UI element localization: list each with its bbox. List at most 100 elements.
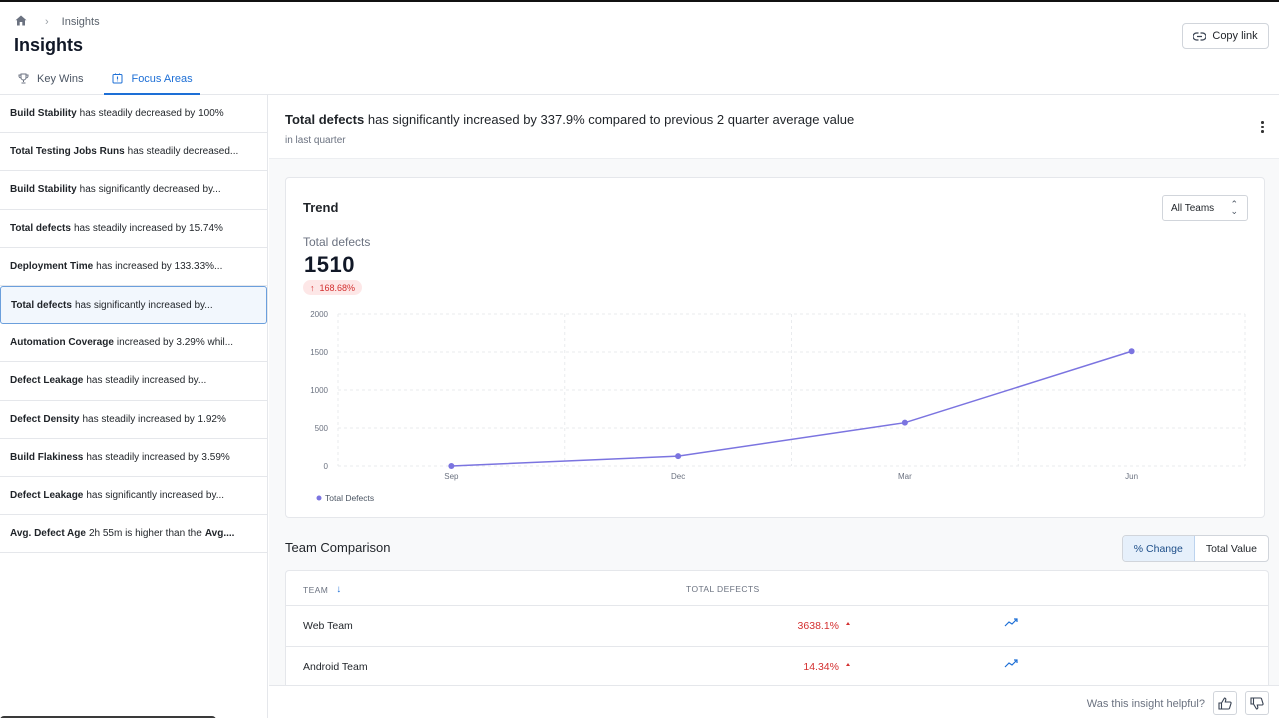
y-tick-label: 1500: [310, 348, 328, 357]
page-title: Insights: [14, 35, 84, 55]
item-text: has steadily increased by 1.92%: [82, 413, 226, 425]
insight-title: Total defects has significantly increase…: [285, 112, 854, 127]
tab-key-wins-label: Key Wins: [37, 72, 84, 85]
insight-detail: Total defects has significantly increase…: [269, 95, 1279, 685]
team-change-value: 3638.1%: [797, 620, 839, 632]
column-header-total-defects: TOTAL DEFECTS: [686, 584, 760, 594]
triangle-up-icon: [846, 622, 850, 625]
item-metric: Total defects: [10, 222, 71, 234]
insight-description: has significantly increased by 337.9% co…: [367, 112, 855, 127]
item-text: increased by 3.29% whil...: [116, 337, 234, 349]
item-text: has steadily increased by 3.59%: [86, 451, 230, 463]
item-metric: Build Flakiness: [10, 451, 84, 463]
breadcrumb: › Insights: [15, 15, 100, 29]
more-options-icon[interactable]: [1261, 121, 1265, 135]
item-metric: Defect Density: [10, 413, 80, 425]
table-row[interactable]: Web Team 3638.1%: [286, 606, 1268, 647]
team-select[interactable]: All Teams ⌃ ⌄: [1162, 195, 1248, 221]
team-select-value: All Teams: [1171, 202, 1215, 214]
insight-list-item[interactable]: Build Flakiness has steadily increased by…: [0, 439, 267, 477]
y-tick-label: 1000: [310, 386, 328, 395]
table-row[interactable]: Android Team 14.34%: [286, 647, 1268, 685]
item-metric: Defect Leakage: [10, 489, 84, 501]
item-metric: Build Stability: [10, 184, 77, 196]
insight-header: Total defects has significantly increase…: [269, 95, 1279, 159]
item-metric: Automation Coverage: [10, 337, 114, 349]
insight-list-item[interactable]: Avg. Defect Age 2h 55m is higher than the…: [0, 515, 267, 554]
tab-focus-areas[interactable]: Focus Areas: [104, 64, 200, 95]
item-text: has steadily decreased...: [127, 146, 239, 158]
tab-key-wins[interactable]: Key Wins: [10, 64, 90, 95]
triangle-up-icon: [846, 663, 850, 666]
item-text: has significantly increased by...: [74, 299, 213, 311]
trend-title: Trend: [303, 200, 339, 215]
item-text: has steadily increased by...: [86, 375, 207, 387]
copy-link-button[interactable]: Copy link: [1182, 23, 1269, 49]
data-point: [448, 463, 455, 469]
legend-marker: [316, 495, 322, 501]
team-comparison-title: Team Comparison: [285, 540, 391, 555]
link-icon: [1193, 31, 1207, 41]
toggle-total-value[interactable]: Total Value: [1195, 536, 1268, 561]
insight-list-item[interactable]: Total Testing Jobs Runs has steadily decr…: [0, 133, 267, 172]
trend-card: Trend All Teams ⌃ ⌄ Total defects 1510 ↑ …: [285, 177, 1265, 518]
insight-list-item[interactable]: Defect Leakage has steadily increased by.…: [0, 362, 267, 401]
thumbs-up-button[interactable]: [1213, 691, 1237, 715]
trophy-icon: [18, 73, 29, 84]
change-badge-value: 168.68%: [319, 282, 356, 293]
insight-list-item[interactable]: Deployment Time has increased by 133.33%.…: [0, 248, 267, 286]
sort-arrow-down-icon[interactable]: ↓: [336, 584, 341, 595]
feedback-bar: Was this insight helpful?: [269, 685, 1279, 718]
thumbs-down-button[interactable]: [1245, 691, 1269, 715]
page-header: › Insights Insights Key Wins Focus Areas…: [0, 2, 1279, 95]
feedback-question: Was this insight helpful?: [1086, 698, 1205, 710]
item-text: has steadily increased by 15.74%: [73, 222, 223, 234]
team-name: Android Team: [303, 661, 368, 673]
insight-list-item[interactable]: Defect Leakage has significantly increase…: [0, 477, 267, 516]
chevron-right-icon: ›: [45, 16, 49, 28]
insight-list-item[interactable]: Total defects has steadily increased by 1…: [0, 210, 267, 248]
tab-focus-areas-label: Focus Areas: [131, 72, 193, 85]
updown-chevron-icon: ⌃ ⌄: [1230, 199, 1238, 216]
breadcrumb-current: Insights: [61, 16, 100, 28]
change-badge: ↑ 168.68%: [303, 280, 363, 295]
item-metric: Build Stability: [10, 108, 77, 120]
home-icon[interactable]: [15, 15, 27, 29]
x-tick-label: Mar: [898, 472, 912, 481]
item-metric: Total Testing Jobs Runs: [10, 146, 125, 158]
item-metric: Total defects: [11, 299, 72, 311]
trend-sparkline-icon[interactable]: [1004, 659, 1018, 669]
column-header-team[interactable]: TEAM ↓: [303, 584, 342, 595]
item-text: has significantly decreased by...: [79, 184, 221, 196]
toggle-percent-change[interactable]: % Change: [1122, 536, 1195, 561]
trend-line-chart: 0 500 1000 1500 2000 Sep Dec Mar Jun Total Defect…: [310, 310, 1246, 503]
item-text: has increased by 133.33%...: [96, 260, 223, 272]
comparison-toggle: % Change Total Value: [1121, 535, 1269, 562]
legend-label: Total Defects: [325, 493, 374, 503]
insight-list-item[interactable]: Build Stability has steadily decreased by…: [0, 95, 267, 134]
insight-period: in last quarter: [285, 135, 346, 146]
tab-bar: Key Wins Focus Areas: [10, 64, 214, 95]
team-comparison-table: TEAM ↓ TOTAL DEFECTS Web Team 3638.1% An…: [285, 570, 1269, 685]
y-tick-label: 0: [324, 462, 329, 471]
insight-list-item-active[interactable]: Total defects has significantly increased…: [0, 285, 267, 325]
item-text: has significantly increased by...: [86, 489, 225, 501]
y-tick-label: 500: [315, 424, 329, 433]
insight-list-item[interactable]: Defect Density has steadily increased by …: [0, 401, 267, 439]
thumbs-up-icon: [1218, 696, 1232, 710]
x-tick-label: Jun: [1125, 472, 1138, 481]
trend-sparkline-icon[interactable]: [1004, 618, 1018, 628]
x-tick-label: Sep: [444, 472, 459, 481]
metric-value: 1510: [304, 252, 355, 277]
data-point: [1128, 348, 1135, 355]
data-point: [675, 453, 682, 460]
item-metric: Avg. Defect Age: [10, 528, 86, 540]
insight-list-item[interactable]: Automation Coverage increased by 3.29% wh…: [0, 324, 267, 363]
data-point: [901, 419, 908, 426]
team-name: Web Team: [303, 620, 353, 632]
insight-list-item[interactable]: Build Stability has significantly decreas…: [0, 171, 267, 210]
metric-label: Total defects: [303, 235, 371, 249]
team-change-value: 14.34%: [803, 661, 839, 673]
thumbs-down-icon: [1250, 696, 1264, 710]
x-tick-label: Dec: [671, 472, 685, 481]
